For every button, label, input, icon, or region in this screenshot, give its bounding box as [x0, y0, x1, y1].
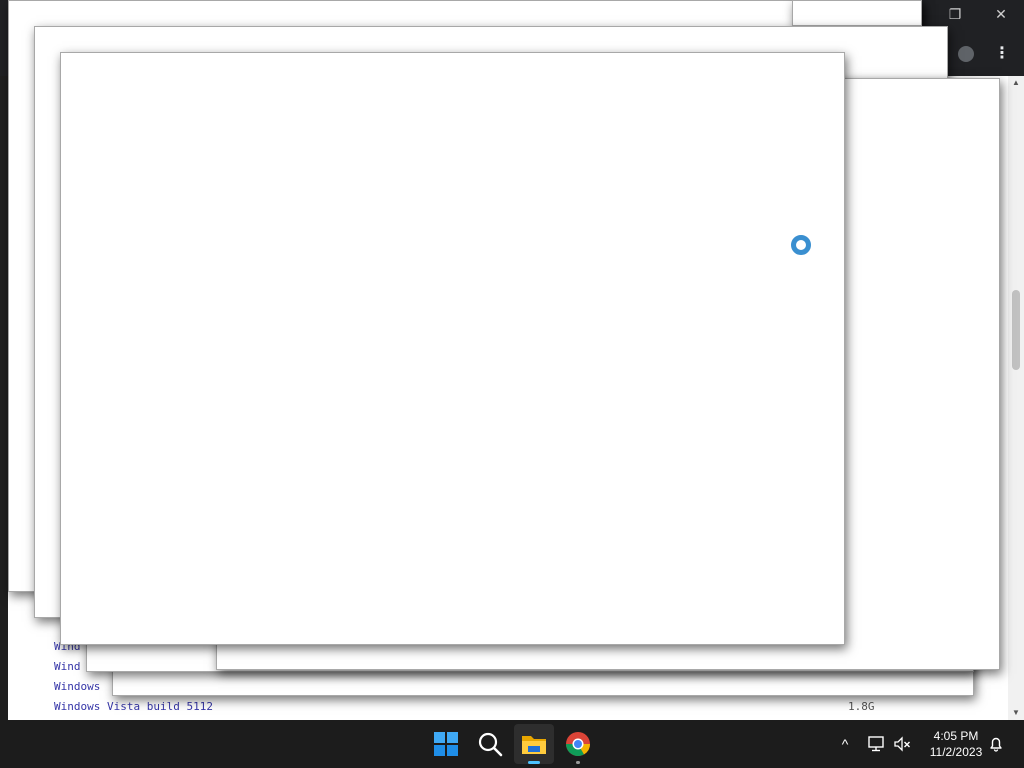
listing-row-name[interactable]: Windows Vista build 5112 [54, 700, 213, 713]
listing-row-name[interactable]: Wind [54, 660, 81, 673]
listing-row[interactable]: Windows Vista build 5112 1.8G [54, 700, 954, 714]
running-app-indicator [576, 761, 580, 764]
listing-row-name[interactable]: Windows [54, 680, 100, 693]
windows-start-icon [434, 732, 458, 756]
background-window-edge [0, 0, 8, 720]
scroll-thumb[interactable] [1012, 290, 1020, 370]
listing-row[interactable]: Wind [54, 660, 81, 674]
browser-menu-icon[interactable]: ⋮ [994, 44, 1010, 64]
clock-date: 11/2/2023 [929, 745, 983, 759]
folder-icon [522, 736, 546, 754]
scroll-down-arrow-icon[interactable]: ▼ [1008, 706, 1024, 720]
clock[interactable]: 4:05 PM 11/2/2023 [920, 728, 992, 762]
notification-bell-icon[interactable] [986, 734, 1006, 754]
network-icon[interactable] [866, 734, 886, 754]
active-app-indicator [528, 761, 540, 764]
chrome-icon [566, 732, 590, 757]
start-button[interactable] [426, 724, 466, 764]
scroll-up-arrow-icon[interactable]: ▲ [1008, 76, 1024, 90]
listing-row[interactable]: Windows [54, 680, 100, 694]
listing-row-size: 1.8G [848, 700, 875, 713]
volume-muted-icon[interactable] [892, 734, 912, 754]
dragged-window[interactable] [60, 52, 845, 645]
clock-time: 4:05 PM [933, 729, 979, 743]
restore-window-button[interactable]: ❐ [941, 4, 969, 26]
page-scrollbar[interactable]: ▲ ▼ [1008, 76, 1024, 720]
close-window-button[interactable]: ✕ [987, 4, 1015, 26]
file-explorer-button[interactable] [514, 724, 554, 764]
search-icon [478, 732, 503, 757]
loading-ring-icon [791, 235, 811, 255]
chrome-button[interactable] [558, 724, 598, 764]
extension-icon[interactable] [958, 46, 974, 62]
ghost-window-frame [792, 0, 922, 26]
search-button[interactable] [470, 724, 510, 764]
desktop-screen: ❐ ✕ ⋮ ▲ ▼ Wind Wind Windows Windows Vist… [0, 0, 1024, 768]
show-hidden-icons-chevron-icon[interactable]: ^ [836, 734, 854, 754]
